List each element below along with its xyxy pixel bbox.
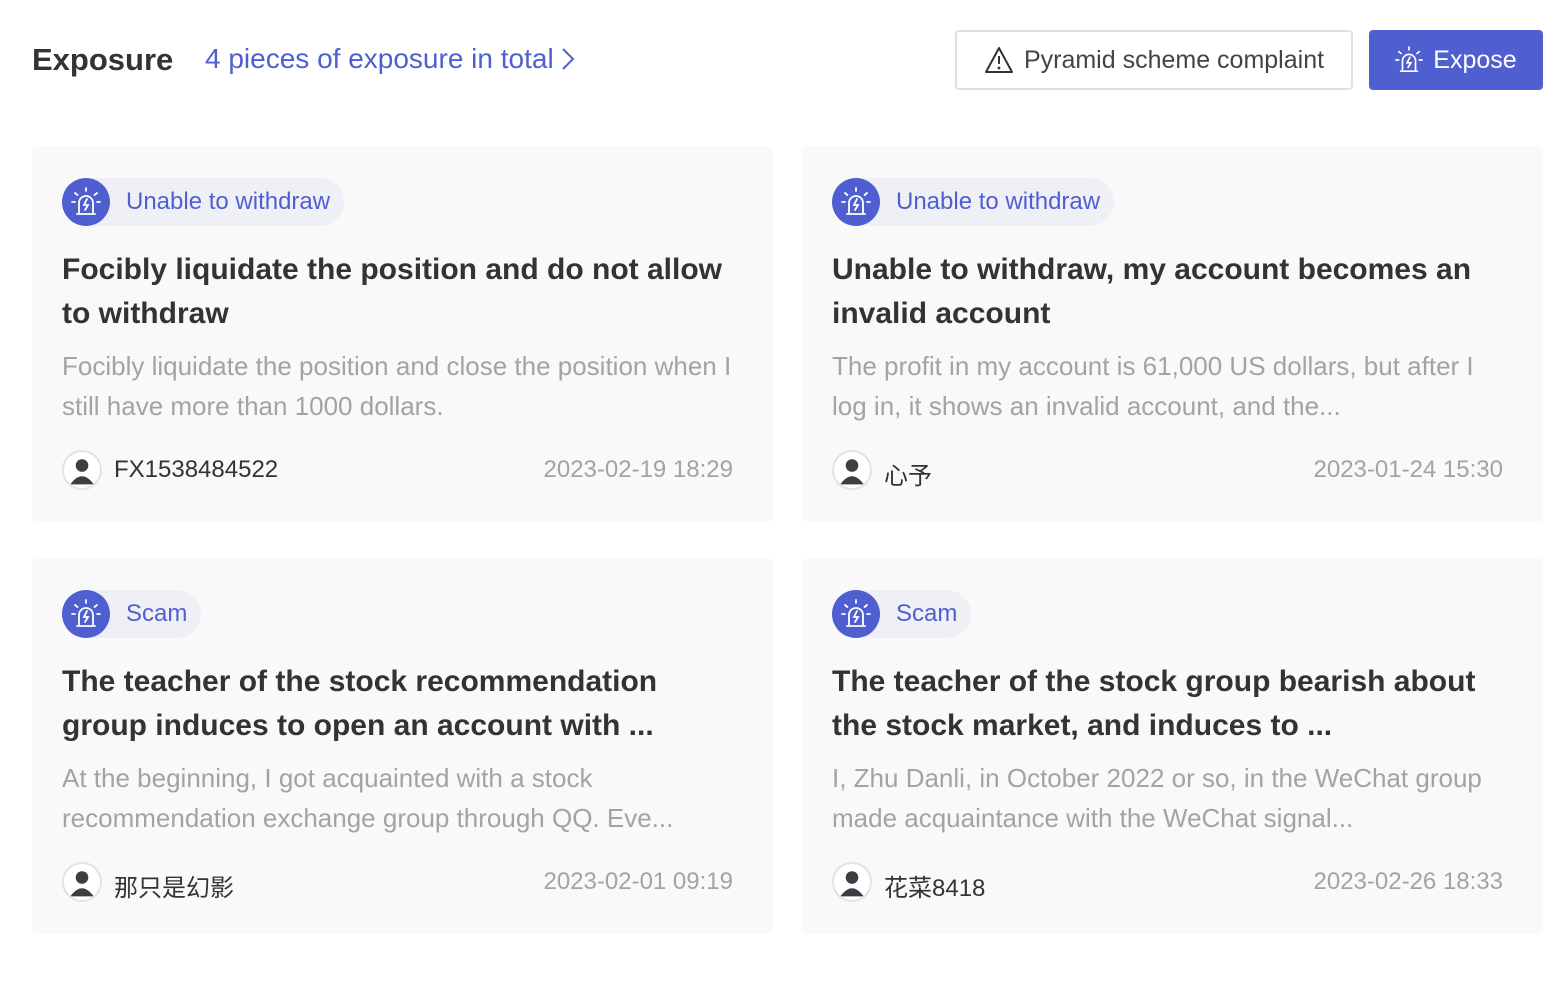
category-tag-label: Unable to withdraw xyxy=(896,188,1101,215)
expose-label: Expose xyxy=(1433,45,1517,74)
avatar xyxy=(62,450,102,490)
exposure-header: Exposure 4 pieces of exposure in total P… xyxy=(32,30,1543,90)
category-tag: Scam xyxy=(832,590,972,638)
category-tag: Unable to withdraw xyxy=(832,178,1115,226)
expose-button[interactable]: Expose xyxy=(1369,30,1543,90)
card-title: The teacher of the stock recommendation … xyxy=(62,665,658,742)
card-description: Focibly liquidate the position and close… xyxy=(62,351,732,421)
card-description: At the beginning, I got acquainted with … xyxy=(62,763,674,833)
exposure-card[interactable]: Scam The teacher of the stock recommenda… xyxy=(32,558,773,934)
warning-icon xyxy=(984,47,1013,73)
post-time: 2023-02-26 18:33 xyxy=(1313,868,1504,895)
category-tag-label: Scam xyxy=(896,600,958,627)
author-name: 花菜8418 xyxy=(884,875,986,902)
pyramid-complaint-label: Pyramid scheme complaint xyxy=(1023,45,1325,74)
card-title: The teacher of the stock group bearish a… xyxy=(832,665,1476,742)
post-time: 2023-01-24 15:30 xyxy=(1313,456,1504,483)
chevron-right-icon xyxy=(561,48,575,70)
card-description: I, Zhu Danli, in October 2022 or so, in … xyxy=(832,763,1482,833)
pyramid-complaint-button[interactable]: Pyramid scheme complaint xyxy=(955,30,1353,90)
post-time: 2023-02-01 09:19 xyxy=(543,868,734,895)
alarm-icon xyxy=(1395,46,1424,73)
alarm-icon xyxy=(832,178,880,226)
exposure-card[interactable]: Scam The teacher of the stock group bear… xyxy=(802,558,1543,934)
category-tag: Scam xyxy=(62,590,202,638)
category-tag-label: Scam xyxy=(126,600,188,627)
alarm-icon xyxy=(62,178,110,226)
category-tag: Unable to withdraw xyxy=(62,178,345,226)
user-icon xyxy=(840,871,864,897)
avatar xyxy=(832,450,872,490)
post-time: 2023-02-19 18:29 xyxy=(543,456,734,483)
author-name: FX1538484522 xyxy=(114,456,279,483)
card-description: The profit in my account is 61,000 US do… xyxy=(832,351,1474,421)
author-name: 心予 xyxy=(884,463,932,490)
author-name: 那只是幻影 xyxy=(114,875,234,902)
exposure-card[interactable]: Unable to withdraw Focibly liquidate the… xyxy=(32,146,773,522)
exposure-card[interactable]: Unable to withdraw Unable to withdraw, m… xyxy=(802,146,1543,522)
card-title: Unable to withdraw, my account becomes a… xyxy=(832,253,1472,330)
total-exposure-label: 4 pieces of exposure in total xyxy=(205,43,554,74)
user-icon xyxy=(70,871,94,897)
category-tag-label: Unable to withdraw xyxy=(126,188,331,215)
user-icon xyxy=(840,459,864,485)
total-exposure-link[interactable]: 4 pieces of exposure in total xyxy=(205,43,576,75)
user-icon xyxy=(70,459,94,485)
avatar xyxy=(62,862,102,902)
alarm-icon xyxy=(832,590,880,638)
page-title: Exposure xyxy=(32,42,174,77)
alarm-icon xyxy=(62,590,110,638)
card-title: Focibly liquidate the position and do no… xyxy=(62,253,722,330)
avatar xyxy=(832,862,872,902)
